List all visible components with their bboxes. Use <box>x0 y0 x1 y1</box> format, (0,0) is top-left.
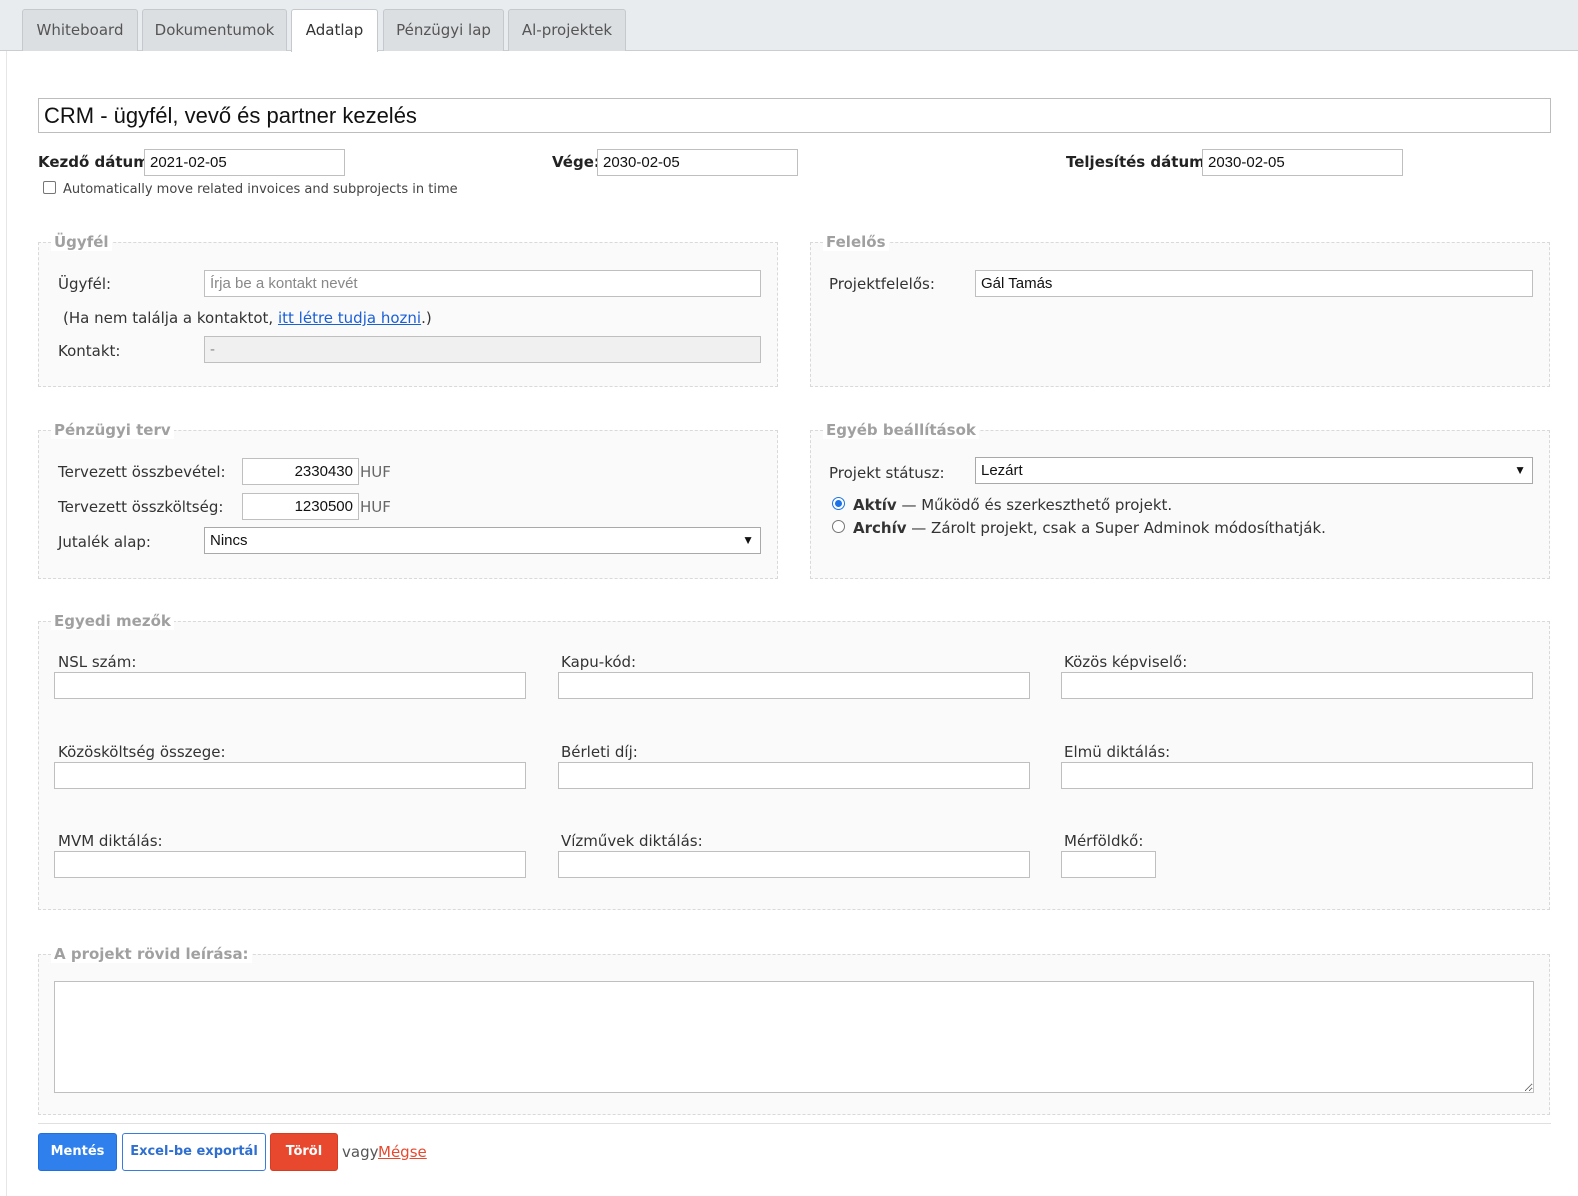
tab-dokumentumok[interactable]: Dokumentumok <box>142 9 287 51</box>
project-manager-label: Projektfelelős: <box>829 275 935 293</box>
active-radio[interactable] <box>832 497 845 510</box>
start-date-input[interactable] <box>144 149 345 176</box>
commission-select[interactable]: Nincs ▼ <box>204 527 761 554</box>
contact-label: Kontakt: <box>58 342 121 360</box>
responsible-fieldset <box>810 242 1550 387</box>
archive-desc: — Zárolt projekt, csak a Super Adminok m… <box>911 519 1326 537</box>
archive-radio[interactable] <box>832 520 845 533</box>
cost-currency: HUF <box>360 498 391 516</box>
status-select[interactable]: Lezárt ▼ <box>975 457 1533 484</box>
client-legend: Ügyfél <box>51 233 112 251</box>
delete-button[interactable]: Töröl <box>270 1133 338 1171</box>
rent-input[interactable] <box>558 762 1030 789</box>
water-input[interactable] <box>558 851 1030 878</box>
description-legend: A projekt rövid leírása: <box>51 945 252 963</box>
client-label: Ügyfél: <box>58 275 112 293</box>
create-contact-link[interactable]: itt létre tudja hozni <box>278 309 421 327</box>
active-option-text: Aktív — Működő és szerkeszthető projekt. <box>853 496 1172 514</box>
income-input[interactable] <box>242 458 359 485</box>
project-manager-input[interactable] <box>975 270 1533 297</box>
dropdown-arrow-icon: ▼ <box>742 533 754 547</box>
dropdown-arrow-icon: ▼ <box>1514 463 1526 477</box>
contact-input[interactable] <box>204 336 761 363</box>
description-textarea[interactable] <box>54 981 1534 1093</box>
archive-option-text: Archív — Zárolt projekt, csak a Super Ad… <box>853 519 1326 537</box>
tab-whiteboard[interactable]: Whiteboard <box>22 9 138 51</box>
export-excel-button[interactable]: Excel-be exportál <box>122 1133 266 1171</box>
mvm-input[interactable] <box>54 851 526 878</box>
end-date-label: Vége: <box>552 153 600 171</box>
status-label: Projekt státusz: <box>829 464 945 482</box>
client-hint: (Ha nem találja a kontaktot, itt létre t… <box>63 309 432 327</box>
elmu-label: Elmü diktálás: <box>1064 743 1171 761</box>
milestone-input[interactable] <box>1061 851 1156 878</box>
hint-suffix: .) <box>421 309 432 327</box>
end-date-input[interactable] <box>597 149 798 176</box>
tab-al-projektek[interactable]: Al-projektek <box>508 9 626 51</box>
water-label: Vízművek diktálás: <box>561 832 703 850</box>
common-cost-label: Közösköltség összege: <box>58 743 226 761</box>
or-text: vagy <box>342 1143 379 1161</box>
status-value: Lezárt <box>981 462 1023 479</box>
tab-adatlap[interactable]: Adatlap <box>291 9 378 52</box>
left-border <box>6 50 7 1196</box>
responsible-legend: Felelős <box>823 233 889 251</box>
cost-input[interactable] <box>242 493 359 520</box>
cost-label: Tervezett összköltség: <box>58 498 224 516</box>
representative-label: Közös képviselő: <box>1064 653 1188 671</box>
tab-penzugyi-lap[interactable]: Pénzügyi lap <box>383 9 504 51</box>
hint-prefix: (Ha nem találja a kontaktot, <box>63 309 278 327</box>
auto-move-label: Automatically move related invoices and … <box>63 182 458 197</box>
nsl-label: NSL szám: <box>58 653 137 671</box>
finance-legend: Pénzügyi terv <box>51 421 174 439</box>
completion-date-input[interactable] <box>1202 149 1403 176</box>
milestone-label: Mérföldkő: <box>1064 832 1144 850</box>
nsl-input[interactable] <box>54 672 526 699</box>
representative-input[interactable] <box>1061 672 1533 699</box>
active-desc: — Működő és szerkeszthető projekt. <box>901 496 1173 514</box>
archive-title: Archív <box>853 519 907 537</box>
start-date-label: Kezdő dátum: <box>38 153 155 171</box>
divider <box>38 1123 1551 1124</box>
other-settings-legend: Egyéb beállítások <box>823 421 979 439</box>
client-input[interactable] <box>204 270 761 297</box>
project-title-input[interactable] <box>38 98 1551 133</box>
commission-value: Nincs <box>210 532 248 549</box>
tab-bar: Whiteboard Dokumentumok Adatlap Pénzügyi… <box>0 0 1578 52</box>
cancel-link[interactable]: Mégse <box>378 1143 427 1161</box>
custom-fields-legend: Egyedi mezők <box>51 612 174 630</box>
auto-move-checkbox[interactable] <box>43 181 56 194</box>
completion-date-label: Teljesítés dátuma: <box>1066 153 1221 171</box>
rent-label: Bérleti díj: <box>561 743 638 761</box>
income-currency: HUF <box>360 463 391 481</box>
gate-code-label: Kapu-kód: <box>561 653 637 671</box>
save-button[interactable]: Mentés <box>38 1133 117 1171</box>
common-cost-input[interactable] <box>54 762 526 789</box>
mvm-label: MVM diktálás: <box>58 832 163 850</box>
active-title: Aktív <box>853 496 897 514</box>
income-label: Tervezett összbevétel: <box>58 463 226 481</box>
gate-code-input[interactable] <box>558 672 1030 699</box>
commission-label: Jutalék alap: <box>58 533 151 551</box>
elmu-input[interactable] <box>1061 762 1533 789</box>
